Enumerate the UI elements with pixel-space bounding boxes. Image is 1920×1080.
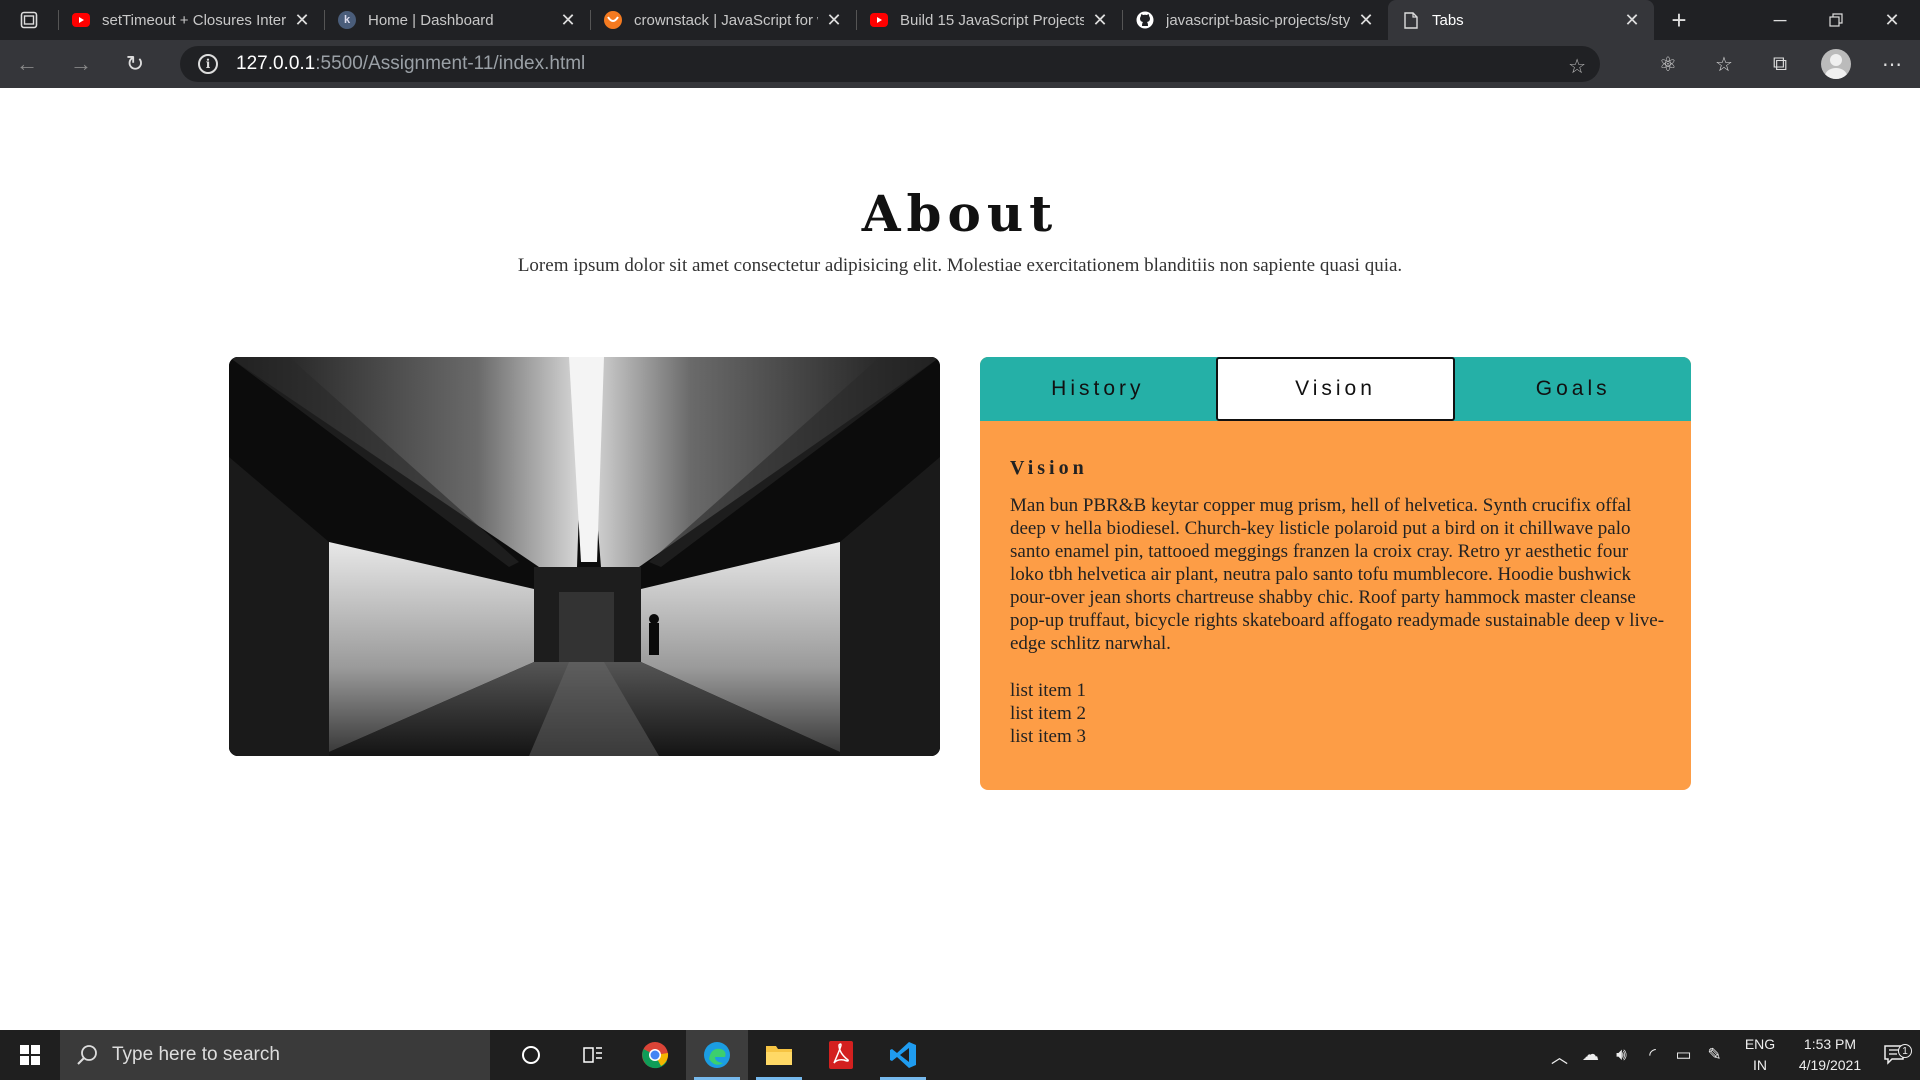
window-controls: ─ ✕ — [1752, 0, 1920, 40]
content-heading: Vision — [1010, 457, 1088, 479]
browser-tab[interactable]: crownstack | JavaScript for web ✕ — [590, 0, 856, 40]
file-explorer-icon[interactable] — [748, 1030, 810, 1080]
tab-content: Vision Man bun PBR&B keytar copper mug p… — [1010, 457, 1665, 748]
browser-toolbar: ← → ↻ i 127.0.0.1:5500/Assignment-11/ind… — [0, 40, 1920, 88]
youtube-icon — [870, 11, 888, 29]
tab-close-icon[interactable]: ✕ — [292, 10, 312, 30]
new-tab-button[interactable]: + — [1654, 0, 1704, 40]
avatar — [1821, 49, 1851, 79]
system-tray: ︿ ☁ 🔊︎ ◜ ▭ ✎ ENG IN 1:53 PM 4/19/2021 1 — [1544, 1030, 1920, 1080]
tab-title: javascript-basic-projects/style.css — [1166, 11, 1350, 29]
list-item: list item 2 — [1010, 703, 1086, 724]
react-devtools-icon[interactable]: ⚛ — [1640, 40, 1696, 88]
tab-title: setTimeout + Closures Interview Question — [102, 11, 286, 29]
back-icon[interactable]: ← — [0, 40, 54, 88]
tab-close-icon[interactable]: ✕ — [824, 10, 844, 30]
tab-goals[interactable]: Goals — [1455, 357, 1691, 421]
page-subtitle: Lorem ipsum dolor sit amet consectetur a… — [517, 255, 1403, 276]
content-text: Man bun PBR&B keytar copper mug prism, h… — [1010, 495, 1665, 654]
acrobat-icon[interactable] — [810, 1030, 872, 1080]
browser-tab-active[interactable]: Tabs ✕ — [1388, 0, 1654, 40]
tab-title: Build 15 JavaScript Projects - Vanilla — [900, 11, 1084, 29]
tab-close-icon[interactable]: ✕ — [1090, 10, 1110, 30]
notification-icon[interactable]: 1 — [1870, 1044, 1920, 1066]
collections-icon[interactable]: ⧉ — [1752, 40, 1808, 88]
edge-icon[interactable] — [686, 1030, 748, 1080]
page-icon — [1402, 11, 1420, 29]
task-view-icon[interactable] — [562, 1030, 624, 1080]
crownstack-icon — [604, 11, 622, 29]
restore-icon[interactable] — [1808, 0, 1864, 40]
taskbar-search[interactable]: Type here to search — [60, 1030, 490, 1080]
tab-title: crownstack | JavaScript for web — [634, 11, 818, 29]
taskbar-apps — [500, 1030, 934, 1080]
content-list: list item 1 list item 2 list item 3 — [1010, 679, 1665, 748]
profile-icon[interactable] — [1808, 40, 1864, 88]
k-icon: k — [338, 11, 356, 29]
browser-tab[interactable]: setTimeout + Closures Interview Question… — [58, 0, 324, 40]
cortana-icon[interactable] — [500, 1030, 562, 1080]
youtube-icon — [72, 11, 90, 29]
more-menu-icon[interactable]: ⋯ — [1864, 40, 1920, 88]
browser-tab[interactable]: Build 15 JavaScript Projects - Vanilla ✕ — [856, 0, 1122, 40]
url-text: 127.0.0.1:5500/Assignment-11/index.html — [236, 53, 586, 74]
windows-start-icon[interactable] — [0, 1030, 60, 1080]
chevron-up-icon[interactable]: ︿ — [1544, 1043, 1575, 1068]
vscode-icon[interactable] — [872, 1030, 934, 1080]
browser-tab[interactable]: javascript-basic-projects/style.css ✕ — [1122, 0, 1388, 40]
onedrive-icon[interactable]: ☁ — [1575, 1045, 1606, 1065]
tab-close-icon[interactable]: ✕ — [1622, 10, 1642, 30]
add-favorite-icon[interactable]: ☆ — [1568, 54, 1586, 79]
github-icon — [1136, 11, 1154, 29]
tab-title: Tabs — [1432, 11, 1464, 29]
wifi-icon[interactable]: ◜ — [1637, 1045, 1668, 1065]
list-item: list item 3 — [1010, 726, 1086, 747]
tab-close-icon[interactable]: ✕ — [558, 10, 578, 30]
forward-icon[interactable]: → — [54, 40, 108, 88]
tab-history[interactable]: History — [980, 357, 1216, 421]
browser-tab[interactable]: k Home | Dashboard ✕ — [324, 0, 590, 40]
tab-actions-icon[interactable] — [0, 0, 58, 40]
tab-vision[interactable]: Vision — [1215, 357, 1456, 421]
language-indicator[interactable]: ENG IN — [1730, 1034, 1790, 1076]
refresh-icon[interactable]: ↻ — [108, 40, 162, 88]
taskbar: Type here to search ︿ ☁ 🔊︎ ◜ ▭ ✎ ENG IN … — [0, 1030, 1920, 1080]
corridor-photo — [229, 357, 940, 756]
site-info-icon[interactable]: i — [198, 54, 218, 74]
address-bar[interactable]: i 127.0.0.1:5500/Assignment-11/index.htm… — [180, 46, 1600, 82]
page-content: About Lorem ipsum dolor sit amet consect… — [0, 88, 1920, 1030]
tab-buttons: History Vision Goals — [980, 357, 1691, 421]
minimize-icon[interactable]: ─ — [1752, 0, 1808, 40]
browser-tab-bar: setTimeout + Closures Interview Question… — [0, 0, 1920, 40]
notification-count: 1 — [1898, 1044, 1912, 1058]
tab-close-icon[interactable]: ✕ — [1356, 10, 1376, 30]
volume-icon[interactable]: 🔊︎ — [1606, 1045, 1637, 1065]
clock[interactable]: 1:53 PM 4/19/2021 — [1790, 1034, 1870, 1076]
meet-now-icon[interactable]: ▭ — [1668, 1045, 1699, 1065]
tab-title: Home | Dashboard — [368, 11, 494, 29]
search-icon — [77, 1045, 97, 1065]
search-placeholder: Type here to search — [112, 1044, 280, 1065]
chrome-icon[interactable] — [624, 1030, 686, 1080]
pen-icon[interactable]: ✎ — [1699, 1045, 1730, 1065]
list-item: list item 1 — [1010, 680, 1086, 701]
toolbar-icons: ⚛ ☆ ⧉ ⋯ — [1640, 40, 1920, 88]
favorites-icon[interactable]: ☆ — [1696, 40, 1752, 88]
close-window-icon[interactable]: ✕ — [1864, 0, 1920, 40]
tabs-container: History Vision Goals Vision Man bun PBR&… — [980, 357, 1691, 790]
page-title: About — [861, 184, 1059, 243]
